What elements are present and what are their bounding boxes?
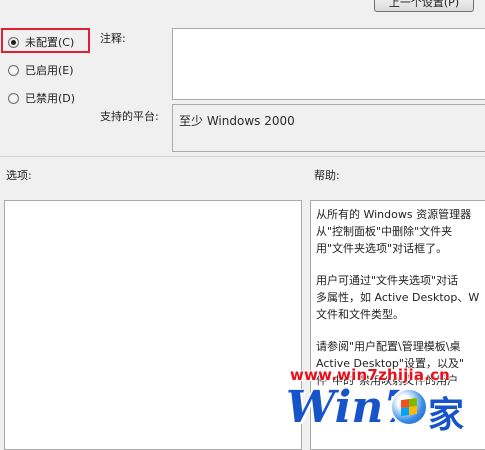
platform-field: 至少 Windows 2000 (172, 104, 485, 152)
watermark-logo-char: 家 (428, 394, 465, 436)
radio-label-not-configured: 未配置(C) (25, 36, 75, 49)
previous-setting-button[interactable]: 上一个设置(P) (374, 0, 474, 12)
options-panel (4, 200, 302, 450)
radio-enabled[interactable]: 已启用(E) (8, 62, 74, 78)
radio-button[interactable] (8, 64, 19, 76)
radio-label-disabled: 已禁用(D) (25, 92, 76, 105)
watermark-logo: www.win7zhijia.cn Win7 家 (286, 366, 485, 442)
windows-logo-icon (390, 388, 428, 426)
platform-label: 支持的平台: (100, 110, 159, 123)
previous-setting-label: 上一个设置(P) (388, 0, 460, 9)
comment-label: 注释: (100, 32, 126, 45)
radio-button[interactable] (8, 92, 19, 104)
options-label: 选项: (6, 169, 32, 182)
help-paragraph: 用户可通过"文件夹选项"对话 多属性，如 Active Desktop、W 文件… (316, 274, 480, 321)
radio-not-configured[interactable]: 未配置(C) (8, 34, 74, 50)
section-divider (0, 156, 485, 157)
help-label: 帮助: (314, 169, 340, 182)
platform-value: 至少 Windows 2000 (179, 114, 295, 128)
radio-label-enabled: 已启用(E) (25, 64, 74, 77)
help-paragraph: 从所有的 Windows 资源管理器 从"控制面板"中删除"文件夹 用"文件夹选… (316, 208, 472, 255)
radio-button-selected[interactable] (8, 36, 19, 48)
comment-textarea[interactable] (172, 28, 485, 100)
radio-disabled[interactable]: 已禁用(D) (8, 90, 75, 106)
